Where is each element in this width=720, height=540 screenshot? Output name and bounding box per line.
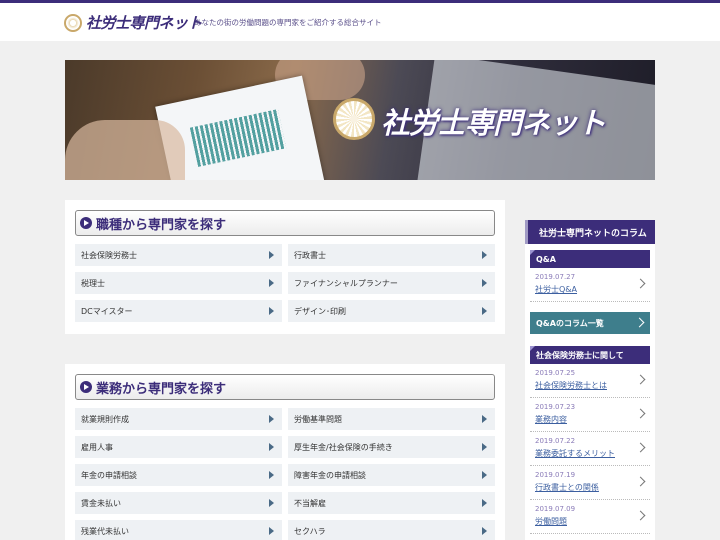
triangle-right-icon bbox=[269, 443, 274, 451]
business-link[interactable]: 厚生年金/社会保険の手続き bbox=[288, 436, 495, 458]
link-label: 不当解雇 bbox=[294, 498, 326, 508]
link-label: 就業規則作成 bbox=[81, 414, 129, 424]
link-label: 賃金未払い bbox=[81, 498, 121, 508]
occupation-link[interactable]: 社会保険労務士 bbox=[75, 244, 282, 266]
link-label: 年金の申請相談 bbox=[81, 470, 137, 480]
occupation-link[interactable]: デザイン･印刷 bbox=[288, 300, 495, 322]
triangle-right-icon bbox=[482, 499, 487, 507]
chevron-right-icon bbox=[634, 317, 645, 328]
triangle-right-icon bbox=[269, 499, 274, 507]
triangle-right-icon bbox=[269, 279, 274, 287]
business-link[interactable]: 残業代未払い bbox=[75, 520, 282, 540]
column-sidebar: 社労士専門ネットのコラム Q&A 2019.07.27 社労士Q&A Q&Aのコ… bbox=[525, 220, 655, 540]
business-link[interactable]: セクハラ bbox=[288, 520, 495, 540]
triangle-right-icon bbox=[269, 415, 274, 423]
post-date: 2019.07.27 bbox=[535, 273, 576, 281]
business-link[interactable]: 労働基準問題 bbox=[288, 408, 495, 430]
triangle-right-icon bbox=[482, 443, 487, 451]
business-search-panel: 業務から専門家を探す 就業規則作成 労働基準問題 雇用人事 厚生年金/社会保険の… bbox=[65, 364, 505, 540]
triangle-right-icon bbox=[269, 471, 274, 479]
link-label: 税理士 bbox=[81, 278, 105, 288]
sidebar-content: Q&A 2019.07.27 社労士Q&A Q&Aのコラム一覧 社会保険労務士に… bbox=[525, 244, 655, 540]
chrysanthemum-emblem-icon bbox=[333, 98, 375, 140]
hero-hand-shape bbox=[65, 120, 185, 180]
link-label: ファイナンシャルプランナー bbox=[294, 278, 398, 288]
about-heading: 社会保険労務士に関して bbox=[530, 346, 650, 364]
occupation-link[interactable]: ファイナンシャルプランナー bbox=[288, 272, 495, 294]
business-link[interactable]: 障害年金の申請相談 bbox=[288, 464, 495, 486]
triangle-right-icon bbox=[482, 279, 487, 287]
triangle-right-icon bbox=[269, 251, 274, 259]
qa-column-list-button[interactable]: Q&Aのコラム一覧 bbox=[530, 312, 650, 334]
link-label: 雇用人事 bbox=[81, 442, 113, 452]
post-date: 2019.07.23 bbox=[535, 403, 576, 411]
link-label: デザイン･印刷 bbox=[294, 306, 346, 316]
link-label: セクハラ bbox=[294, 526, 326, 536]
play-circle-icon bbox=[80, 217, 92, 229]
business-link[interactable]: 不当解雇 bbox=[288, 492, 495, 514]
link-label: 厚生年金/社会保険の手続き bbox=[294, 442, 393, 452]
column-post-item[interactable]: 2019.07.27 社労士Q&A bbox=[530, 268, 650, 302]
triangle-right-icon bbox=[482, 471, 487, 479]
link-label: 残業代未払い bbox=[81, 526, 129, 536]
column-post-item[interactable]: 2019.07.19 行政書士との関係 bbox=[530, 466, 650, 500]
link-label: 社会保険労務士 bbox=[81, 250, 137, 260]
business-link-grid: 就業規則作成 労働基準問題 雇用人事 厚生年金/社会保険の手続き 年金の申請相談… bbox=[75, 408, 495, 540]
play-circle-icon bbox=[80, 381, 92, 393]
post-date: 2019.07.22 bbox=[535, 437, 576, 445]
business-link[interactable]: 就業規則作成 bbox=[75, 408, 282, 430]
post-title-link[interactable]: 行政書士との関係 bbox=[535, 482, 650, 493]
post-title-link[interactable]: 業務委託するメリット bbox=[535, 448, 650, 459]
site-logo[interactable]: 社労士専門ネット bbox=[64, 12, 203, 33]
business-link[interactable]: 年金の申請相談 bbox=[75, 464, 282, 486]
link-label: 障害年金の申請相談 bbox=[294, 470, 366, 480]
business-link[interactable]: 雇用人事 bbox=[75, 436, 282, 458]
post-date: 2019.07.19 bbox=[535, 471, 576, 479]
triangle-right-icon bbox=[482, 415, 487, 423]
triangle-right-icon bbox=[482, 527, 487, 535]
link-label: DCマイスター bbox=[81, 306, 133, 316]
site-header: 社労士専門ネット あなたの街の労働問題の専門家をご紹介する総合サイト bbox=[0, 3, 720, 41]
post-title-link[interactable]: 労働問題 bbox=[535, 516, 650, 527]
hero-title: 社労士専門ネット bbox=[381, 106, 606, 140]
occupation-link-grid: 社会保険労務士 行政書士 税理士 ファイナンシャルプランナー DCマイスター デ… bbox=[75, 244, 495, 322]
logo-text: 社労士専門ネット bbox=[86, 14, 203, 32]
triangle-right-icon bbox=[482, 307, 487, 315]
section-heading: 職種から専門家を探す bbox=[75, 210, 495, 236]
chrysanthemum-emblem-icon bbox=[64, 13, 82, 32]
post-title-link[interactable]: 業務内容 bbox=[535, 414, 650, 425]
sidebar-title: 社労士専門ネットのコラム bbox=[525, 220, 655, 244]
column-post-item[interactable]: 2019.07.09 労働問題 bbox=[530, 500, 650, 534]
column-post-item[interactable]: 2019.07.23 業務内容 bbox=[530, 398, 650, 432]
column-post-item[interactable]: 2019.07.22 業務委託するメリット bbox=[530, 432, 650, 466]
link-label: 行政書士 bbox=[294, 250, 326, 260]
triangle-right-icon bbox=[269, 527, 274, 535]
section-heading: 業務から専門家を探す bbox=[75, 374, 495, 400]
occupation-link[interactable]: DCマイスター bbox=[75, 300, 282, 322]
occupation-search-panel: 職種から専門家を探す 社会保険労務士 行政書士 税理士 ファイナンシャルプランナ… bbox=[65, 200, 505, 334]
hero-banner: 社労士専門ネット bbox=[65, 60, 655, 180]
occupation-link[interactable]: 税理士 bbox=[75, 272, 282, 294]
section-title: 業務から専門家を探す bbox=[96, 381, 227, 397]
site-tagline: あなたの街の労働問題の専門家をご紹介する総合サイト bbox=[194, 18, 382, 27]
business-link[interactable]: 賃金未払い bbox=[75, 492, 282, 514]
post-date: 2019.07.25 bbox=[535, 369, 576, 377]
triangle-right-icon bbox=[269, 307, 274, 315]
qa-heading: Q&A bbox=[530, 250, 650, 268]
link-label: 労働基準問題 bbox=[294, 414, 342, 424]
button-label: Q&Aのコラム一覧 bbox=[536, 318, 604, 328]
column-post-item[interactable]: 2019.07.25 社会保険労務士とは bbox=[530, 364, 650, 398]
occupation-link[interactable]: 行政書士 bbox=[288, 244, 495, 266]
post-title-link[interactable]: 社会保険労務士とは bbox=[535, 380, 650, 391]
section-title: 職種から専門家を探す bbox=[96, 217, 227, 233]
post-title-link[interactable]: 社労士Q&A bbox=[535, 284, 650, 295]
post-date: 2019.07.09 bbox=[535, 505, 576, 513]
triangle-right-icon bbox=[482, 251, 487, 259]
